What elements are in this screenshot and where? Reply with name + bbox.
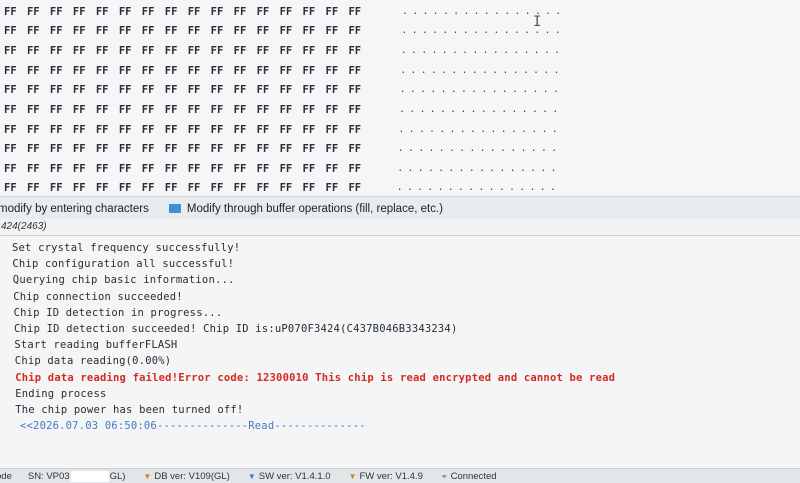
hex-ascii[interactable]: ................: [398, 124, 562, 135]
status-fw-text: FW ver: V1.4.9: [359, 471, 423, 482]
hex-bytes[interactable]: FF FF FF FF FF FF FF FF FF FF FF FF FF F…: [4, 163, 394, 175]
hex-row[interactable]: FF FF FF FF FF FF FF FF FF FF FF FF FF F…: [4, 41, 564, 60]
redacted-block: [70, 471, 109, 482]
status-connection-text: Connected: [450, 471, 497, 482]
hex-bytes[interactable]: FF FF FF FF FF FF FF FF FF FF FF FF FF F…: [4, 124, 394, 136]
hex-ascii[interactable]: ................: [399, 104, 563, 115]
triangle-down-icon: ▼: [143, 472, 152, 481]
text-cursor-icon: I: [533, 14, 542, 30]
operation-log[interactable]: Set crystal frequency successfully! Chip …: [0, 236, 800, 466]
hex-bytes[interactable]: FF FF FF FF FF FF FF FF FF FF FF FF FF F…: [4, 65, 394, 77]
hex-row[interactable]: FF FF FF FF FF FF FF FF FF FF FF FF FF F…: [4, 21, 565, 40]
log-line: Chip ID detection in progress...: [13, 306, 223, 319]
hex-row[interactable]: FF FF FF FF FF FF FF FF FF FF FF FF FF F…: [4, 61, 564, 80]
hex-ascii[interactable]: ................: [397, 182, 561, 193]
link-icon: ⚭: [440, 472, 448, 481]
log-line: Chip ID detection succeeded! Chip ID is:…: [14, 323, 458, 335]
log-line: Chip configuration all successful!: [12, 258, 235, 271]
status-sn-label: SN: VP03: [27, 471, 70, 482]
hex-row[interactable]: FF FF FF FF FF FF FF FF FF FF FF FF FF F…: [4, 80, 563, 99]
status-sn-suffix: GL): [109, 471, 126, 482]
mode-option-buffer-label: Modify through buffer operations (fill, …: [186, 202, 443, 215]
mode-option-buffer[interactable]: Modify through buffer operations (fill, …: [168, 202, 443, 215]
hex-row[interactable]: FF FF FF FF FF FF FF FF FF FF FF FF FF F…: [4, 159, 561, 178]
status-sw-version: ▼ SW ver: V1.4.1.0: [248, 471, 331, 482]
log-line: Ending process: [15, 387, 107, 400]
programmer-app-window: FF FF FF FF FF FF FF FF FF FF FF FF FF F…: [0, 0, 800, 483]
hex-bytes[interactable]: FF FF FF FF FF FF FF FF FF FF FF FF FF F…: [4, 84, 394, 96]
triangle-down-icon: ▼: [247, 472, 256, 481]
status-db-text: DB ver: V109(GL): [154, 471, 230, 482]
log-error-line: Chip data reading failed!Error code: 123…: [15, 371, 616, 384]
hex-row[interactable]: FF FF FF FF FF FF FF FF FF FF FF FF FF F…: [4, 100, 563, 119]
hex-bytes[interactable]: FF FF FF FF FF FF FF FF FF FF FF FF FF F…: [4, 182, 394, 194]
hex-bytes[interactable]: FF FF FF FF FF FF FF FF FF FF FF FF FF F…: [4, 45, 394, 57]
log-line: Set crystal frequency successfully!: [12, 242, 241, 254]
triangle-down-icon: ▼: [348, 472, 357, 481]
log-line: Start reading bufferFLASH: [14, 339, 178, 352]
address-strip: 424(2463): [0, 219, 800, 236]
edit-mode-bar: modify by entering characters Modify thr…: [0, 196, 800, 221]
hex-ascii[interactable]: ................: [400, 84, 564, 95]
hex-ascii[interactable]: ................: [401, 45, 565, 56]
hex-bytes[interactable]: FF FF FF FF FF FF FF FF FF FF FF FF FF F…: [4, 143, 394, 155]
mode-option-characters[interactable]: modify by entering characters: [0, 203, 149, 215]
hex-ascii[interactable]: ................: [400, 65, 564, 76]
log-line: The chip power has been turned off!: [15, 404, 244, 416]
status-mode-text: ode: [0, 471, 12, 482]
status-mode: ode: [0, 471, 12, 482]
hex-bytes[interactable]: FF FF FF FF FF FF FF FF FF FF FF FF FF F…: [4, 104, 394, 116]
log-line: Chip data reading(0.00%): [14, 355, 172, 368]
log-line: Chip connection succeeded!: [13, 290, 183, 303]
hex-ascii[interactable]: ................: [397, 163, 561, 174]
log-line: Querying chip basic information...: [12, 274, 235, 287]
hex-row[interactable]: FF FF FF FF FF FF FF FF FF FF FF FF FF F…: [4, 2, 566, 21]
status-fw-version: ▼ FW ver: V1.4.9: [349, 471, 423, 482]
status-serial-number: SN: VP03 GL): [27, 471, 126, 482]
status-connection: ⚭ Connected: [441, 471, 497, 482]
mode-option-characters-label: modify by entering characters: [0, 202, 149, 215]
hex-ascii[interactable]: ................: [398, 143, 562, 154]
hex-buffer-view[interactable]: FF FF FF FF FF FF FF FF FF FF FF FF FF F…: [0, 0, 800, 196]
status-db-version: ▼ DB ver: V109(GL): [143, 471, 229, 482]
status-bar: ode SN: VP03 GL) ▼ DB ver: V109(GL) ▼ SW…: [0, 468, 800, 483]
hex-ascii[interactable]: ................: [402, 6, 566, 17]
status-sw-text: SW ver: V1.4.1.0: [258, 471, 331, 482]
mode-swatch-icon: [168, 204, 181, 213]
log-separator-line: <<2026.07.03 06:50:06--------------Read-…: [20, 420, 366, 433]
address-text: 424(2463): [1, 221, 47, 232]
hex-row[interactable]: FF FF FF FF FF FF FF FF FF FF FF FF FF F…: [4, 178, 560, 196]
hex-row[interactable]: FF FF FF FF FF FF FF FF FF FF FF FF FF F…: [4, 139, 561, 158]
hex-row[interactable]: FF FF FF FF FF FF FF FF FF FF FF FF FF F…: [4, 120, 562, 139]
hex-bytes[interactable]: FF FF FF FF FF FF FF FF FF FF FF FF FF F…: [4, 25, 394, 37]
hex-bytes[interactable]: FF FF FF FF FF FF FF FF FF FF FF FF FF F…: [4, 6, 394, 18]
